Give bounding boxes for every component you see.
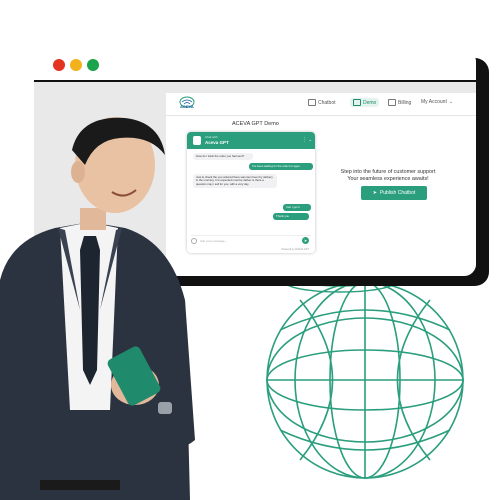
chat-header: Chat with Aceva GPT ⋮ ⌄ bbox=[187, 132, 315, 149]
chat-input-placeholder: Ask your message... bbox=[200, 238, 228, 243]
chat-bubble-icon bbox=[308, 99, 316, 106]
nav-billing[interactable]: Billing bbox=[388, 99, 411, 106]
tagline-line2: Your seamless experience awaits! bbox=[347, 176, 429, 182]
chat-message-bot: How do I track the order you had sent? bbox=[193, 153, 253, 160]
chat-message-user: Thank you bbox=[273, 213, 309, 220]
nav-account-label: My Account bbox=[421, 99, 447, 105]
close-dot-icon[interactable] bbox=[53, 59, 65, 71]
globe-illustration bbox=[266, 271, 464, 479]
chat-header-subtitle: Chat with bbox=[205, 135, 218, 139]
chat-message-user: Can I get it bbox=[283, 204, 311, 211]
nav-demo-label: Demo bbox=[363, 99, 377, 106]
bot-name: Aceva GPT bbox=[205, 140, 229, 145]
chat-input[interactable]: Ask your message... ➤ bbox=[191, 235, 311, 245]
demo-title: ACEVA GPT Demo bbox=[232, 121, 279, 127]
tagline-line1: Step into the future of customer support bbox=[340, 169, 436, 175]
app-screen: ACEVA Chatbot Demo Billing My Account ⌄ … bbox=[166, 93, 476, 276]
demo-icon bbox=[353, 99, 361, 106]
chevron-down-icon[interactable]: ⌄ bbox=[309, 137, 312, 142]
businessman-photo bbox=[0, 117, 195, 500]
chat-message-user: I've been waiting for the order for ages bbox=[249, 163, 313, 170]
tagline: Step into the future of customer support… bbox=[334, 169, 442, 183]
nav-chatbot-label: Chatbot bbox=[318, 99, 336, 106]
nav-billing-label: Billing bbox=[398, 99, 412, 106]
send-icon[interactable]: ➤ bbox=[302, 237, 309, 244]
browser-titlebar bbox=[34, 50, 476, 82]
nav-account[interactable]: My Account ⌄ bbox=[421, 99, 453, 105]
chat-widget: Chat with Aceva GPT ⋮ ⌄ How do I track t… bbox=[187, 132, 315, 253]
chat-message-bot: Just to check the you ordered there was … bbox=[193, 174, 277, 188]
send-icon: ➤ bbox=[372, 190, 377, 196]
more-vertical-icon[interactable]: ⋮ bbox=[302, 137, 307, 143]
card-icon bbox=[388, 99, 396, 106]
chevron-down-icon: ⌄ bbox=[448, 99, 454, 105]
logo-text: ACEVA bbox=[180, 104, 194, 109]
minimize-dot-icon[interactable] bbox=[70, 59, 82, 71]
nav-demo[interactable]: Demo bbox=[350, 98, 380, 107]
publish-chatbot-button[interactable]: ➤ Publish Chatbot bbox=[361, 186, 427, 200]
maximize-dot-icon[interactable] bbox=[87, 59, 99, 71]
publish-chatbot-label: Publish Chatbot bbox=[379, 190, 416, 196]
app-navbar: ACEVA Chatbot Demo Billing My Account ⌄ bbox=[166, 93, 476, 116]
powered-by: Powered by ACEVA GPT bbox=[281, 248, 309, 251]
nav-chatbot[interactable]: Chatbot bbox=[308, 99, 336, 106]
